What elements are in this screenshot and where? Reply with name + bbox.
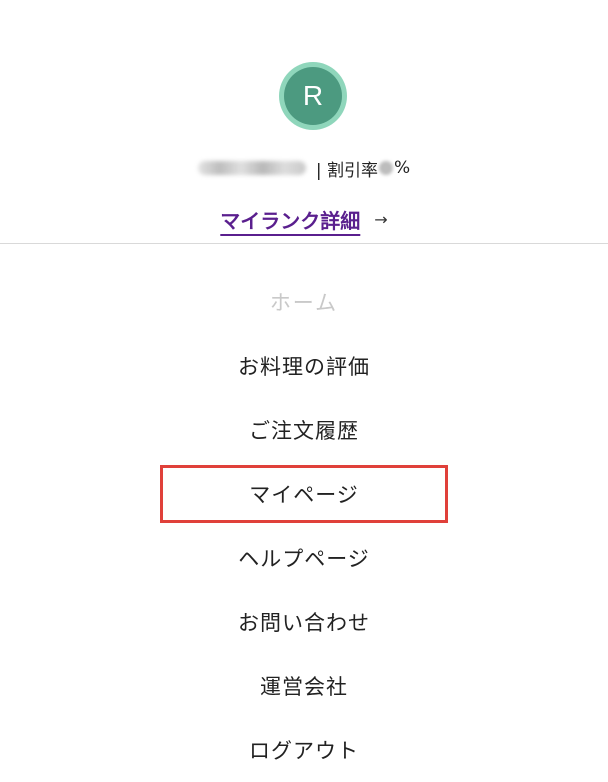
arrow-right-icon[interactable]: →: [374, 210, 387, 229]
discount-rate-label: | 割引率: [315, 160, 378, 181]
blurred-discount-rate: [378, 161, 393, 175]
percent-sign: %: [393, 158, 411, 178]
menu-item-logout[interactable]: ログアウト: [0, 718, 608, 782]
profile-section: R | 割引率 % マイランク詳細 →: [0, 0, 608, 244]
my-rank-detail-label[interactable]: マイランク詳細: [220, 205, 360, 234]
menu-item-food-rating[interactable]: お料理の評価: [0, 334, 608, 398]
blurred-username: [197, 161, 306, 175]
divider: [0, 243, 608, 244]
menu-item-order-history[interactable]: ご注文履歴: [0, 398, 608, 462]
menu-item-company[interactable]: 運営会社: [0, 654, 608, 718]
user-info-line: | 割引率 %: [0, 154, 608, 182]
menu-item-contact[interactable]: お問い合わせ: [0, 590, 608, 654]
menu-item-my-page[interactable]: マイページ: [160, 465, 448, 523]
navigation-menu: ホーム お料理の評価 ご注文履歴 マイページ ヘルプページ お問い合わせ 運営会…: [0, 270, 608, 782]
avatar: R: [284, 67, 342, 125]
my-rank-detail-link[interactable]: マイランク詳細 →: [0, 202, 608, 236]
avatar-ring: R: [279, 62, 347, 130]
menu-item-help[interactable]: ヘルプページ: [0, 526, 608, 590]
menu-item-home[interactable]: ホーム: [0, 270, 608, 334]
